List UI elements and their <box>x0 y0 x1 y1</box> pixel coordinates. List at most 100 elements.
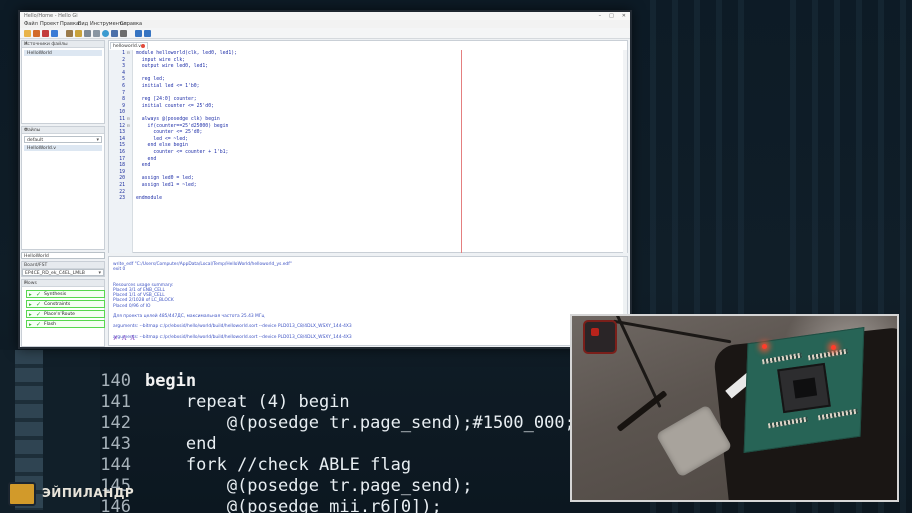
expand-arrow-icon: ▸ <box>29 301 32 308</box>
toolbar <box>20 28 630 39</box>
file-item[interactable]: HelloWorld.v <box>24 145 102 151</box>
console-line: Для проекта целей 485/447ДС, максимальна… <box>113 314 265 319</box>
print-icon[interactable] <box>120 30 127 37</box>
code-line: led <= ~led; <box>136 136 188 142</box>
fold-toggle-icon[interactable]: ⊟ <box>127 124 130 129</box>
flow-panel-header: Flows × <box>22 280 104 287</box>
line-number: 6 <box>122 84 125 89</box>
font-decrease-icon[interactable]: A <box>130 335 134 342</box>
background-code-line: 140 begin <box>100 371 197 391</box>
minimize-icon[interactable]: – <box>599 13 602 19</box>
line-number: 13 <box>119 130 125 136</box>
panel-close-icon[interactable]: × <box>24 127 102 133</box>
board-panel: Board/FST EP4CE_RD_ek_C4EL_LMLB ▾ <box>21 261 105 277</box>
save-all-icon[interactable] <box>51 30 58 37</box>
board-dropdown-value: EP4CE_RD_ek_C4EL_LMLB <box>25 270 85 276</box>
flow-synthesis[interactable]: ▸ ✓ Synthesis <box>26 290 105 298</box>
fold-toggle-icon[interactable]: ⊟ <box>127 51 130 56</box>
editor-scrollbar[interactable] <box>623 50 627 253</box>
maximize-icon[interactable]: □ <box>609 13 614 19</box>
undo-icon[interactable] <box>135 30 142 37</box>
board-panel-header: Board/FST <box>22 262 104 269</box>
tab-close-icon[interactable] <box>141 44 145 48</box>
line-number: 2 <box>122 57 125 63</box>
fold-toggle-icon[interactable]: ⊟ <box>127 117 130 122</box>
files-dropdown[interactable]: default ▾ <box>24 136 102 143</box>
project-item-label: HelloWorld <box>27 50 52 56</box>
menu-view[interactable]: Вид <box>78 21 88 27</box>
code-line: always @(posedge clk) begin <box>136 117 220 122</box>
brand-name: ЭЙПИЛАНДР <box>42 486 135 500</box>
code-line: counter <= 25'd0; <box>136 130 203 136</box>
background-code-line: 142 @(posedge tr.page_send);#1500_000; <box>100 413 575 433</box>
output-console[interactable]: write_edf "C:/Users/Computer/AppData/Loc… <box>108 256 628 346</box>
open-icon[interactable] <box>33 30 40 37</box>
console-toolbar: ✗ A A <box>113 335 135 342</box>
redo-icon[interactable] <box>144 30 151 37</box>
chevron-down-icon: ▾ <box>96 137 99 143</box>
menu-help[interactable]: Справка <box>120 21 142 27</box>
flow-label: Place'n'Route <box>44 312 75 317</box>
console-line: arguments: --bitmap c:/pr/ebxsid/hello/w… <box>113 324 352 330</box>
editor-tab[interactable]: helloworld.v <box>110 42 148 49</box>
code-editor[interactable]: helloworld.v 1 module helloworld(clk, led… <box>108 40 628 253</box>
device-field[interactable]: HelloWorld <box>21 252 105 259</box>
channel-brand: ЭЙПИЛАНДР <box>8 480 134 510</box>
board-dropdown[interactable]: EP4CE_RD_ek_C4EL_LMLB ▾ <box>22 269 104 276</box>
menu-file[interactable]: Файл <box>24 21 38 27</box>
code-line: counter <= counter + 1'b1; <box>136 150 229 155</box>
flow-place-route[interactable]: ▸ ✓ Place'n'Route <box>26 310 105 318</box>
settings-icon[interactable] <box>111 30 118 37</box>
background-code-line: 144 fork //check ABLE flag <box>100 455 412 475</box>
console-line: Placed 0/96 of IO <box>113 303 151 309</box>
chip <box>792 377 818 399</box>
close-icon[interactable]: ✕ <box>622 13 626 19</box>
code-line: assign led1 = ~led; <box>136 183 197 188</box>
flow-flash[interactable]: ▸ ✓ Flash <box>26 320 105 328</box>
flow-label: Synthesis <box>44 292 67 297</box>
line-number: 21 <box>119 183 125 188</box>
code-line: output wire led0, led1; <box>136 64 209 70</box>
line-number: 10 <box>119 110 125 116</box>
line-number: 23 <box>119 196 125 202</box>
board-panel-title: Board/FST <box>24 262 48 268</box>
line-number: 8 <box>122 97 125 103</box>
font-increase-icon[interactable]: A <box>122 335 126 342</box>
flow-panel: Flows × ▸ ✓ Synthesis ▸ ✓ Constraints ▸ … <box>21 279 105 347</box>
wrench-icon[interactable] <box>75 30 82 37</box>
expand-arrow-icon: ▸ <box>29 311 32 318</box>
chip-icon[interactable] <box>84 30 91 37</box>
flow-constraints[interactable]: ▸ ✓ Constraints <box>26 300 105 308</box>
background-code-line: 143 end <box>100 434 217 454</box>
code-line: if(counter==25'd25000) begin <box>136 123 229 129</box>
save-icon[interactable] <box>42 30 49 37</box>
expand-arrow-icon: ▸ <box>29 291 32 298</box>
led-1 <box>831 345 836 350</box>
line-number: 14 <box>119 136 125 142</box>
panel-close-icon[interactable]: × <box>24 41 102 47</box>
menu-project[interactable]: Проект <box>40 21 59 27</box>
stop-icon[interactable] <box>93 30 100 37</box>
files-panel-header: Файлы × <box>22 127 104 134</box>
title-bar: Hello/Home - Hello Gi – □ ✕ <box>20 12 630 20</box>
flow-label: Constraints <box>44 302 71 307</box>
clear-icon[interactable]: ✗ <box>113 335 118 342</box>
line-number: 19 <box>119 169 125 175</box>
ide-window: Hello/Home - Hello Gi – □ ✕ Файл Проект … <box>18 10 632 349</box>
files-dropdown-value: default <box>27 137 44 143</box>
code-line: endmodule <box>136 196 162 202</box>
led-0 <box>762 344 767 349</box>
code-line: end <box>136 156 157 162</box>
help-icon[interactable] <box>102 30 109 37</box>
line-number: 16 <box>119 150 125 155</box>
new-project-icon[interactable] <box>24 30 31 37</box>
window-controls: – □ ✕ <box>599 13 626 19</box>
line-number: 9 <box>122 103 125 109</box>
project-item[interactable]: HelloWorld <box>24 50 102 56</box>
file-item-label: HelloWorld.v <box>27 145 56 151</box>
menu-edit[interactable]: Правка <box>60 21 79 27</box>
build-icon[interactable] <box>66 30 73 37</box>
line-number: 18 <box>119 163 125 169</box>
code-line: module helloworld(clk, led0, led1); <box>136 51 238 56</box>
panel-close-icon[interactable]: × <box>24 280 102 286</box>
